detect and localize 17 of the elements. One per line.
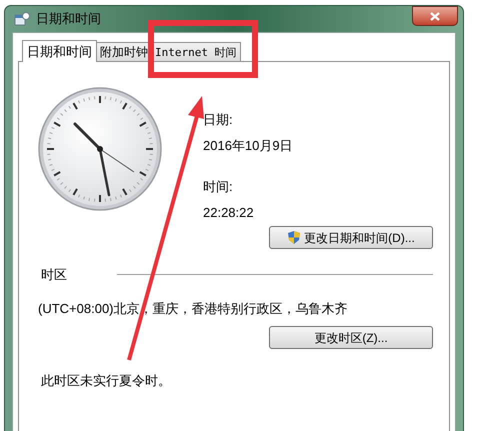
section-heading: 时区 [41,266,67,284]
window-title: 日期和时间 [36,10,101,28]
timezone-text: (UTC+08:00)北京，重庆，香港特别行政区，乌鲁木齐 [38,300,348,318]
change-date-time-button[interactable]: 更改日期和时间(D)... [269,226,433,249]
time-label: 时间: [203,178,234,196]
dst-note: 此时区未实行夏令时。 [41,372,172,390]
date-label: 日期: [203,111,234,129]
tab[interactable]: Internet 时间 [151,42,241,61]
calendar-clock-icon [14,11,30,27]
time-value: 22:28:22 [203,204,255,222]
change-timezone-button[interactable]: 更改时区(Z)... [269,326,433,349]
analog-clock-icon [37,86,163,212]
date-value: 2016年10月9日 [203,136,293,154]
close-icon [430,12,440,20]
tab[interactable]: 日期和时间 [22,40,97,62]
close-button[interactable] [412,6,458,26]
shield-icon [287,230,302,245]
